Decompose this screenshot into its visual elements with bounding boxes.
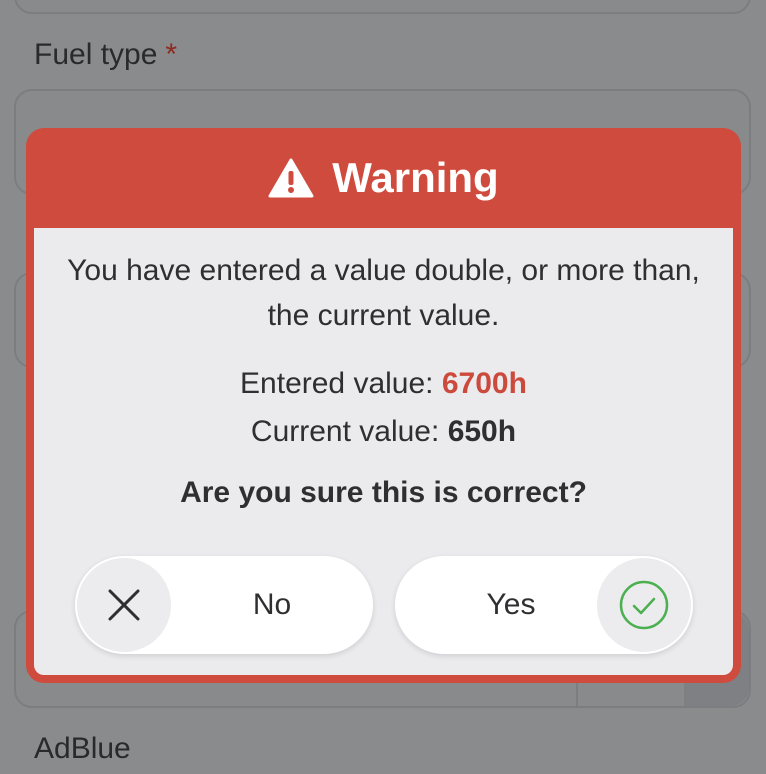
adblue-label: AdBlue: [34, 732, 131, 765]
no-button-label: No: [252, 588, 292, 621]
yes-button[interactable]: Yes: [395, 556, 693, 654]
required-marker: *: [165, 38, 178, 71]
values-block: Entered value: 6700h Current value: 650h: [34, 360, 733, 456]
dialog-message: You have entered a value double, or more…: [67, 254, 700, 332]
current-value-label: Current value:: [250, 415, 440, 448]
top-field[interactable]: [14, 0, 751, 14]
entered-value: 6700h: [441, 367, 527, 400]
confirm-question: Are you sure this is correct?: [180, 476, 587, 509]
dialog-title: Warning: [332, 154, 499, 201]
entered-value-label: Entered value:: [240, 367, 434, 400]
current-value: 650h: [447, 415, 517, 448]
current-value-row: Current value: 650h: [34, 408, 733, 456]
dialog-body: You have entered a value double, or more…: [34, 228, 733, 675]
dialog-header: Warning: [34, 128, 733, 228]
check-circle-icon: [597, 558, 691, 652]
entered-value-row: Entered value: 6700h: [34, 360, 733, 408]
yes-button-label: Yes: [486, 588, 536, 621]
warning-icon: [268, 158, 314, 198]
warning-dialog: Warning You have entered a value double,…: [26, 128, 741, 683]
no-button[interactable]: No: [75, 556, 373, 654]
fuel-type-label: Fuel type *: [34, 38, 178, 71]
page: Fuel type * AdBlue Warning You have enter…: [0, 0, 766, 774]
close-icon: [77, 558, 171, 652]
